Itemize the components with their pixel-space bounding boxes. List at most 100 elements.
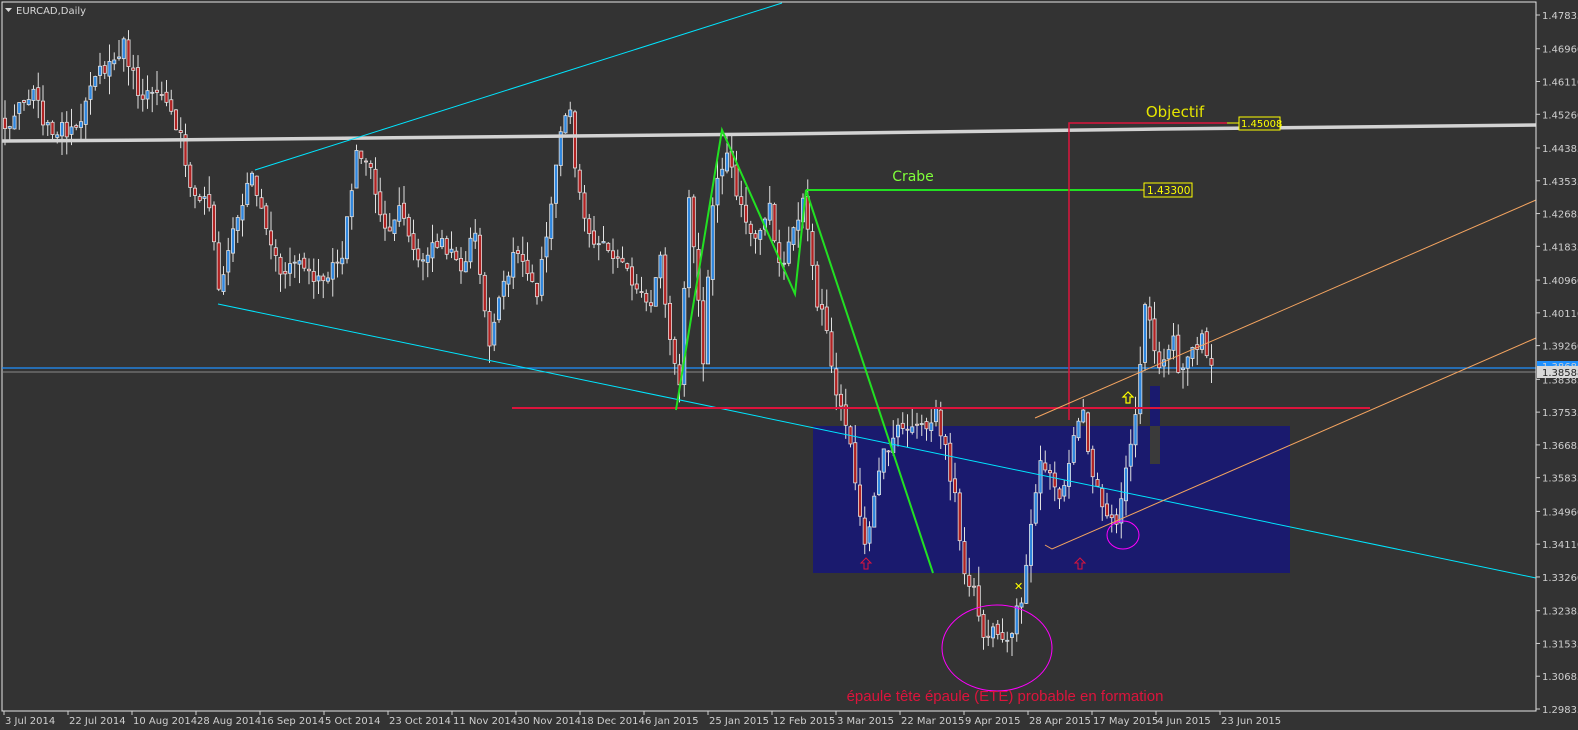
candle — [1157, 341, 1162, 375]
candle — [720, 157, 725, 195]
candle — [240, 193, 245, 237]
candle — [183, 123, 188, 178]
candle — [254, 175, 259, 207]
candle — [658, 251, 663, 289]
candle — [587, 213, 592, 248]
candle — [306, 258, 311, 285]
candle — [1185, 355, 1190, 386]
pattern-note: épaule tête épaule (ETE) probable en for… — [847, 688, 1164, 705]
candle — [211, 201, 216, 251]
candle — [74, 123, 79, 131]
candle — [178, 117, 183, 149]
candle — [1200, 329, 1205, 354]
candle — [620, 246, 625, 263]
candle — [492, 313, 497, 352]
candle — [872, 492, 877, 528]
upper-trendline[interactable] — [254, 2, 783, 171]
candle — [173, 109, 178, 131]
candle — [420, 253, 425, 281]
y-tick-label: 1.30685 — [1542, 672, 1578, 683]
candle — [1005, 631, 1010, 653]
candle — [516, 245, 521, 264]
candle — [1143, 302, 1148, 371]
candle — [596, 235, 601, 261]
head-highlight-ellipse[interactable] — [941, 604, 1053, 692]
objective-line[interactable] — [1068, 122, 1227, 420]
candle — [41, 85, 46, 136]
x-tick-label: 3 Mar 2015 — [837, 716, 894, 727]
candle — [549, 196, 554, 251]
candle — [145, 75, 150, 109]
candle — [682, 281, 687, 397]
candle — [487, 297, 492, 363]
candle — [1195, 336, 1200, 365]
candle — [649, 289, 654, 313]
candle — [972, 578, 977, 597]
candle — [910, 408, 915, 435]
y-tick-label: 1.32385 — [1542, 607, 1578, 618]
candle — [401, 186, 406, 226]
candle — [815, 261, 820, 312]
y-tick-label: 1.45260 — [1542, 110, 1578, 121]
candle — [468, 227, 473, 269]
triangle-down-icon[interactable] — [5, 8, 12, 12]
candle — [397, 187, 402, 227]
zone-marker-gap — [1150, 426, 1160, 464]
x-tick-label: 4 Jun 2015 — [1157, 716, 1211, 727]
candle — [744, 187, 749, 235]
candle — [249, 171, 254, 187]
support-zone-rectangle[interactable] — [813, 426, 1290, 573]
candle — [520, 236, 525, 277]
candle — [283, 262, 288, 289]
candle — [824, 289, 829, 334]
x-tick-label: 28 Apr 2015 — [1029, 716, 1091, 727]
candle — [245, 172, 250, 208]
price-axis[interactable]: 1.47835 1.46960 1.46110 1.45260 1.44385 1.435… — [1535, 2, 1578, 716]
candle — [444, 235, 449, 260]
candle — [1171, 323, 1176, 360]
x-tick-label: 18 Dec 2014 — [581, 716, 645, 727]
candle — [1152, 301, 1157, 364]
x-tick-label: 23 Oct 2014 — [389, 716, 451, 727]
neckline-trendline[interactable] — [1, 123, 1537, 143]
candle — [430, 224, 435, 273]
x-tick-label: 25 Jan 2015 — [709, 716, 769, 727]
candle — [102, 61, 107, 79]
time-axis[interactable]: 3 Jul 2014 22 Jul 2014 10 Aug 2014 28 Aug 2… — [3, 711, 1281, 727]
candle — [387, 213, 392, 232]
candle — [458, 247, 463, 284]
candle — [302, 252, 307, 272]
candle — [335, 249, 340, 278]
candle — [701, 287, 706, 382]
candle — [131, 54, 136, 90]
chart-title: EURCAD,Daily — [16, 6, 86, 17]
candle — [644, 289, 649, 312]
candle — [611, 238, 616, 274]
x-tick-label: 6 Jan 2015 — [645, 716, 699, 727]
y-tick-label: 1.37535 — [1542, 408, 1578, 419]
candle — [1014, 598, 1019, 642]
candle — [653, 277, 658, 307]
x-tick-label: 10 Aug 2014 — [133, 716, 197, 727]
price-chart[interactable]: 1.43300 Crabe 1.45008 Objectif ✕ épaule … — [0, 0, 1578, 730]
candle — [1209, 344, 1214, 384]
candle — [810, 223, 815, 281]
y-tick-label: 1.47835 — [1542, 11, 1578, 22]
candle — [1138, 346, 1143, 425]
x-tick-label: 5 Oct 2014 — [325, 716, 380, 727]
channel-upper-line[interactable] — [1034, 199, 1537, 419]
candle — [26, 89, 31, 106]
candle — [463, 251, 468, 273]
candle — [501, 270, 506, 310]
candle — [330, 248, 335, 297]
candle — [805, 179, 810, 242]
candle — [834, 352, 839, 411]
candle — [839, 384, 844, 421]
candle — [1019, 597, 1024, 624]
candle — [1176, 324, 1181, 374]
candle — [169, 89, 174, 115]
x-tick-label: 23 Jun 2015 — [1221, 716, 1281, 727]
candle — [535, 282, 540, 305]
candle — [639, 276, 644, 298]
candle — [359, 150, 364, 165]
